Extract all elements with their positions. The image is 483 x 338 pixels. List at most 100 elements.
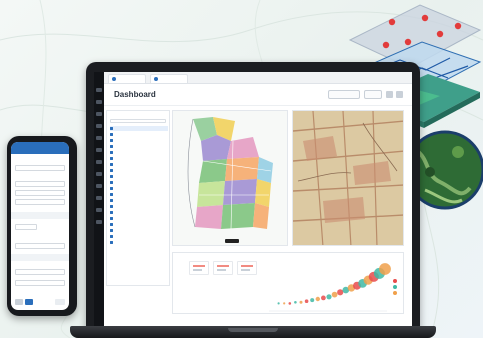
chart-bubble[interactable] bbox=[283, 302, 286, 305]
layer-visibility-checkbox[interactable] bbox=[110, 240, 113, 244]
tab[interactable] bbox=[150, 74, 188, 83]
layer-list-item[interactable] bbox=[110, 132, 168, 137]
layer-visibility-checkbox[interactable] bbox=[110, 216, 113, 220]
form-field[interactable] bbox=[15, 190, 65, 196]
form-field[interactable] bbox=[15, 224, 37, 230]
legend-dot bbox=[393, 285, 397, 289]
layer-visibility-checkbox[interactable] bbox=[110, 234, 113, 238]
chart-bubble[interactable] bbox=[288, 302, 292, 305]
dashboard-header: Dashboard bbox=[104, 84, 412, 106]
layer-visibility-checkbox[interactable] bbox=[110, 180, 113, 184]
chart-bubble[interactable] bbox=[315, 296, 320, 302]
page-title: Dashboard bbox=[114, 90, 156, 99]
laptop-notch bbox=[228, 328, 278, 332]
phone-screen bbox=[11, 142, 69, 310]
legend-dot bbox=[393, 279, 397, 283]
layer-list-item[interactable] bbox=[110, 210, 168, 215]
layer-visibility-checkbox[interactable] bbox=[110, 132, 113, 136]
layer-visibility-checkbox[interactable] bbox=[110, 144, 113, 148]
historic-raster-map[interactable] bbox=[292, 110, 404, 246]
parcel-map[interactable] bbox=[172, 110, 288, 246]
form-section-header bbox=[11, 254, 69, 261]
layer-list-item[interactable] bbox=[110, 180, 168, 185]
chart-bubble[interactable] bbox=[331, 291, 338, 298]
rail-icon[interactable] bbox=[96, 160, 102, 164]
layer-list-item[interactable] bbox=[110, 138, 168, 143]
app-tab-bar bbox=[104, 72, 412, 84]
phone-menu-button[interactable] bbox=[55, 299, 65, 305]
form-field[interactable] bbox=[15, 243, 65, 249]
layer-visibility-checkbox[interactable] bbox=[110, 156, 113, 160]
rail-icon[interactable] bbox=[96, 112, 102, 116]
layer-visibility-checkbox[interactable] bbox=[110, 150, 113, 154]
rail-icon[interactable] bbox=[96, 172, 102, 176]
layer-visibility-checkbox[interactable] bbox=[110, 228, 113, 232]
layer-list-item[interactable] bbox=[110, 234, 168, 239]
phone-primary-button[interactable] bbox=[25, 299, 33, 305]
layer-list-item[interactable] bbox=[110, 150, 168, 155]
chart-bubble[interactable] bbox=[337, 289, 344, 296]
rail-icon[interactable] bbox=[96, 88, 102, 92]
rail-icon[interactable] bbox=[96, 220, 102, 224]
layer-visibility-checkbox[interactable] bbox=[110, 174, 113, 178]
layer-visibility-checkbox[interactable] bbox=[110, 186, 113, 190]
layer-list-item[interactable] bbox=[110, 240, 168, 245]
layer-list-item[interactable] bbox=[110, 222, 168, 227]
layer-list-item[interactable] bbox=[110, 174, 168, 179]
form-field[interactable] bbox=[15, 165, 65, 171]
layer-visibility-checkbox[interactable] bbox=[110, 162, 113, 166]
chart-bubble[interactable] bbox=[304, 299, 309, 303]
chart-bubble[interactable] bbox=[379, 263, 391, 275]
layer-visibility-checkbox[interactable] bbox=[110, 192, 113, 196]
parcel-map-graphic bbox=[187, 117, 273, 230]
layer-list-panel bbox=[106, 110, 170, 286]
share-icon[interactable] bbox=[386, 91, 393, 98]
layer-list-item[interactable] bbox=[110, 204, 168, 209]
form-field[interactable] bbox=[15, 269, 65, 275]
layer-visibility-checkbox[interactable] bbox=[110, 222, 113, 226]
header-button[interactable] bbox=[364, 90, 382, 99]
rail-icon[interactable] bbox=[96, 208, 102, 212]
layer-list-item[interactable] bbox=[110, 228, 168, 233]
layer-visibility-checkbox[interactable] bbox=[110, 198, 113, 202]
laptop-screen: Dashboard bbox=[94, 72, 412, 326]
form-field[interactable] bbox=[15, 199, 65, 205]
rail-icon[interactable] bbox=[96, 136, 102, 140]
form-field[interactable] bbox=[15, 280, 65, 286]
historic-map-graphic bbox=[293, 111, 403, 245]
layer-visibility-checkbox[interactable] bbox=[110, 210, 113, 214]
layer-list-item[interactable] bbox=[110, 162, 168, 167]
layer-search-input[interactable] bbox=[110, 119, 166, 123]
layer-list-item[interactable] bbox=[110, 192, 168, 197]
layer-visibility-checkbox[interactable] bbox=[110, 168, 113, 172]
chart-bubble[interactable] bbox=[294, 301, 297, 304]
chart-bubble[interactable] bbox=[310, 298, 315, 303]
form-section-header bbox=[11, 212, 69, 219]
layer-list-item[interactable] bbox=[110, 156, 168, 161]
phone-secondary-button[interactable] bbox=[15, 299, 23, 305]
more-icon[interactable] bbox=[396, 91, 403, 98]
layer-visibility-checkbox[interactable] bbox=[110, 138, 113, 142]
form-field[interactable] bbox=[15, 181, 65, 187]
layer-visibility-checkbox[interactable] bbox=[110, 204, 113, 208]
chart-bubble[interactable] bbox=[321, 295, 326, 301]
chart-bubble[interactable] bbox=[277, 302, 280, 305]
tab[interactable] bbox=[108, 74, 146, 83]
layer-visibility-checkbox[interactable] bbox=[110, 126, 113, 130]
layer-list-item[interactable] bbox=[110, 126, 168, 131]
rail-icon[interactable] bbox=[96, 184, 102, 188]
rail-icon[interactable] bbox=[96, 100, 102, 104]
chart-bubble[interactable] bbox=[299, 300, 303, 304]
app-icon bbox=[112, 77, 116, 82]
header-button[interactable] bbox=[328, 90, 360, 99]
rail-icon[interactable] bbox=[96, 148, 102, 152]
layer-list-item[interactable] bbox=[110, 186, 168, 191]
layer-list-item[interactable] bbox=[110, 168, 168, 173]
layer-list-item[interactable] bbox=[110, 216, 168, 221]
layer-list-item[interactable] bbox=[110, 144, 168, 149]
rail-icon[interactable] bbox=[96, 124, 102, 128]
rail-icon[interactable] bbox=[96, 196, 102, 200]
layer-list-item[interactable] bbox=[110, 198, 168, 203]
app-navigation-rail bbox=[94, 72, 104, 326]
chart-bubble[interactable] bbox=[326, 294, 332, 300]
